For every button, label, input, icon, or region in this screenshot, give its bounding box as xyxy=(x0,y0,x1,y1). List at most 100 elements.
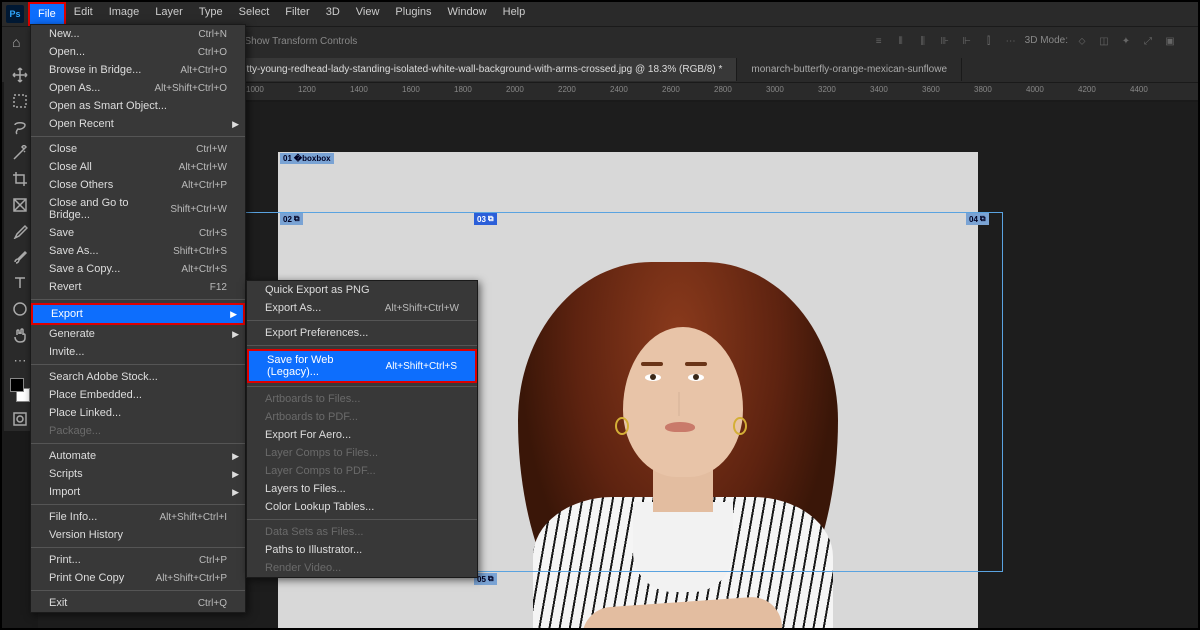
export-menu-item: Layer Comps to Files... xyxy=(247,444,477,462)
3d-icon[interactable]: ✦ xyxy=(1118,35,1134,49)
file-menu-item[interactable]: Browse in Bridge...Alt+Ctrl+O xyxy=(31,61,245,79)
menu-shortcut: Shift+Ctrl+W xyxy=(170,204,227,215)
submenu-arrow-icon: ▶ xyxy=(232,487,239,498)
menu-item-label: Place Embedded... xyxy=(49,389,142,401)
show-transform-label[interactable]: Show Transform Controls xyxy=(244,36,357,47)
menu-item-label: Scripts xyxy=(49,468,83,480)
file-menu-item[interactable]: Scripts▶ xyxy=(31,465,245,483)
more-icon[interactable]: ⋯ xyxy=(1003,35,1019,49)
slice-badge: 03 ⧉ xyxy=(474,213,497,225)
menu-view[interactable]: View xyxy=(348,2,388,26)
file-menu-item[interactable]: SaveCtrl+S xyxy=(31,224,245,242)
file-menu-item[interactable]: File Info...Alt+Shift+Ctrl+I xyxy=(31,508,245,526)
file-menu-item[interactable]: CloseCtrl+W xyxy=(31,140,245,158)
menubar: Ps FileEditImageLayerTypeSelectFilter3DV… xyxy=(2,2,1198,26)
menu-separator xyxy=(31,443,245,444)
menu-edit[interactable]: Edit xyxy=(66,2,101,26)
menu-separator xyxy=(247,345,477,346)
menu-window[interactable]: Window xyxy=(440,2,495,26)
menu-item-label: Save As... xyxy=(49,245,99,257)
menu-item-label: Export For Aero... xyxy=(265,429,351,441)
menu-select[interactable]: Select xyxy=(231,2,278,26)
file-menu-item[interactable]: Open Recent▶ xyxy=(31,115,245,133)
file-menu-item[interactable]: Place Embedded... xyxy=(31,386,245,404)
ruler-tick: 1000 xyxy=(246,85,264,94)
export-menu-item[interactable]: Export Preferences... xyxy=(247,324,477,342)
file-menu-item[interactable]: Close AllAlt+Ctrl+W xyxy=(31,158,245,176)
slice-badge: 04 ⧉ xyxy=(966,213,989,225)
menu-help[interactable]: Help xyxy=(495,2,534,26)
menu-3d[interactable]: 3D xyxy=(318,2,348,26)
menu-item-label: New... xyxy=(49,28,80,40)
menu-item-label: Export As... xyxy=(265,302,321,314)
export-menu-item[interactable]: Color Lookup Tables... xyxy=(247,498,477,516)
file-menu-item[interactable]: Open...Ctrl+O xyxy=(31,43,245,61)
file-menu-item[interactable]: Automate▶ xyxy=(31,447,245,465)
file-menu-item[interactable]: Open As...Alt+Shift+Ctrl+O xyxy=(31,79,245,97)
file-menu-item[interactable]: New...Ctrl+N xyxy=(31,25,245,43)
file-menu-item[interactable]: Invite... xyxy=(31,343,245,361)
menu-item-label: Invite... xyxy=(49,346,84,358)
export-menu-item[interactable]: Export As...Alt+Shift+Ctrl+W xyxy=(247,299,477,317)
file-menu-item[interactable]: Save As...Shift+Ctrl+S xyxy=(31,242,245,260)
menu-type[interactable]: Type xyxy=(191,2,231,26)
menu-image[interactable]: Image xyxy=(101,2,148,26)
export-menu-item[interactable]: Layers to Files... xyxy=(247,480,477,498)
document-tab[interactable]: pretty-young-redhead-lady-standing-isola… xyxy=(218,58,737,81)
menu-item-label: File Info... xyxy=(49,511,97,523)
menu-separator xyxy=(31,547,245,548)
document-tab[interactable]: monarch-butterfly-orange-mexican-sunflow… xyxy=(737,58,962,81)
align-icon[interactable]: ⫿ xyxy=(981,35,997,49)
ruler-tick: 2000 xyxy=(506,85,524,94)
home-icon[interactable]: ⌂ xyxy=(12,34,20,50)
file-menu-item[interactable]: Search Adobe Stock... xyxy=(31,368,245,386)
menu-file[interactable]: File xyxy=(28,2,66,26)
ruler-tick: 3600 xyxy=(922,85,940,94)
file-menu-item[interactable]: Print One CopyAlt+Shift+Ctrl+P xyxy=(31,569,245,587)
file-menu-item[interactable]: Import ▶ xyxy=(31,483,245,501)
menu-item-label: Save xyxy=(49,227,74,239)
file-menu-item[interactable]: ExitCtrl+Q xyxy=(31,594,245,612)
align-icon[interactable]: ⫴ xyxy=(893,35,909,49)
ruler-tick: 1200 xyxy=(298,85,316,94)
menu-item-label: Data Sets as Files... xyxy=(265,526,363,538)
menu-layer[interactable]: Layer xyxy=(147,2,191,26)
export-menu-item[interactable]: Export For Aero... xyxy=(247,426,477,444)
menu-separator xyxy=(247,386,477,387)
file-menu-item[interactable]: Open as Smart Object... xyxy=(31,97,245,115)
menu-item-label: Layer Comps to Files... xyxy=(265,447,378,459)
3d-icon[interactable]: ⤢ xyxy=(1140,35,1156,49)
export-menu-item: Data Sets as Files... xyxy=(247,523,477,541)
file-menu-item[interactable]: Place Linked... xyxy=(31,404,245,422)
file-menu-item[interactable]: Version History xyxy=(31,526,245,544)
file-menu-item: Package... xyxy=(31,422,245,440)
export-menu-item[interactable]: Quick Export as PNG xyxy=(247,281,477,299)
file-menu-item[interactable]: Close and Go to Bridge...Shift+Ctrl+W xyxy=(31,194,245,224)
ruler-tick: 4400 xyxy=(1130,85,1148,94)
align-icon[interactable]: ⊩ xyxy=(959,35,975,49)
align-icon[interactable]: ⫼ xyxy=(915,35,931,49)
file-menu-item[interactable]: Print...Ctrl+P xyxy=(31,551,245,569)
file-menu-item[interactable]: Save a Copy...Alt+Ctrl+S xyxy=(31,260,245,278)
3d-icon[interactable]: ▣ xyxy=(1162,35,1178,49)
menu-shortcut: Alt+Shift+Ctrl+P xyxy=(156,573,227,584)
align-icon[interactable]: ≡ xyxy=(871,35,887,49)
file-menu-item[interactable]: Generate▶ xyxy=(31,325,245,343)
align-icon[interactable]: ⊪ xyxy=(937,35,953,49)
export-menu-item[interactable]: Save for Web (Legacy)...Alt+Shift+Ctrl+S xyxy=(247,349,477,383)
file-menu-item[interactable]: Export▶ xyxy=(31,303,245,325)
export-menu-item[interactable]: Paths to Illustrator... xyxy=(247,541,477,559)
ruler-tick: 3000 xyxy=(766,85,784,94)
3d-icon[interactable]: ◫ xyxy=(1096,35,1112,49)
menu-filter[interactable]: Filter xyxy=(277,2,317,26)
ruler-tick: 2200 xyxy=(558,85,576,94)
3d-icon[interactable]: ⬦ xyxy=(1074,35,1090,49)
menu-item-label: Layer Comps to PDF... xyxy=(265,465,376,477)
ruler-tick: 4000 xyxy=(1026,85,1044,94)
menu-shortcut: Alt+Ctrl+P xyxy=(181,180,227,191)
menu-item-label: Import xyxy=(49,486,80,498)
file-menu-item[interactable]: Close OthersAlt+Ctrl+P xyxy=(31,176,245,194)
menu-plugins[interactable]: Plugins xyxy=(387,2,439,26)
file-menu-item[interactable]: RevertF12 xyxy=(31,278,245,296)
menu-separator xyxy=(31,590,245,591)
